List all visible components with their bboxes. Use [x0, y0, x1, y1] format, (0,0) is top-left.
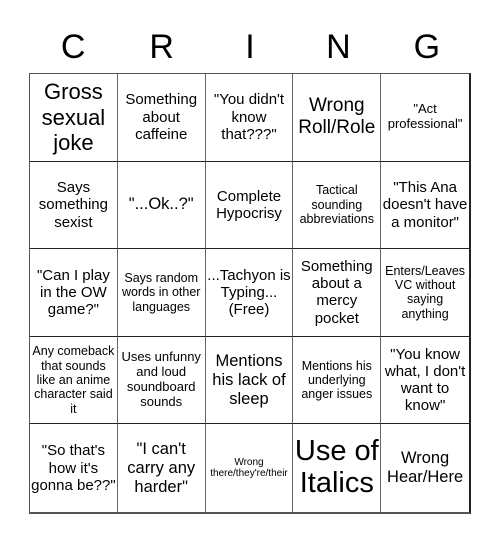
bingo-cell[interactable]: Says random words in other languages — [117, 249, 206, 337]
bingo-cell[interactable]: "I can't carry any harder" — [118, 424, 206, 512]
bingo-cell[interactable]: Wrong Hear/Here — [381, 424, 469, 512]
bingo-cell[interactable]: Mentions his underlying anger issues — [293, 336, 382, 425]
bingo-header: C R I N G — [29, 22, 471, 72]
bingo-cell[interactable]: Tactical sounding abbreviations — [293, 161, 382, 250]
bingo-cell[interactable]: Wrong there/they're/their — [206, 424, 294, 512]
header-letter-g: G — [413, 28, 441, 66]
bingo-cell[interactable]: "...Ok..?" — [117, 161, 206, 250]
header-letter-c: C — [60, 28, 86, 66]
bingo-cell[interactable]: "Can I play in the OW game?" — [30, 249, 118, 337]
header-letter-i: I — [245, 28, 255, 66]
free-space-cell[interactable]: ...Tachyon is Typing... (Free) — [205, 249, 294, 337]
bingo-cell[interactable]: Uses unfunny and loud soundboard sounds — [117, 336, 206, 425]
bingo-board: Gross sexual joke Something about caffei… — [29, 73, 471, 514]
bingo-cell[interactable]: Gross sexual joke — [30, 74, 118, 162]
bingo-cell[interactable]: "This Ana doesn't have a monitor" — [381, 162, 469, 250]
bingo-cell[interactable]: Any comeback that sounds like an anime c… — [30, 336, 118, 425]
bingo-cell[interactable]: "So that's how it's gonna be??" — [30, 424, 118, 512]
bingo-cell[interactable]: "Act professional" — [381, 74, 469, 162]
bingo-cell[interactable]: Use of Italics — [293, 424, 382, 512]
bingo-cell[interactable]: Wrong Roll/Role — [293, 74, 382, 162]
bingo-cell[interactable]: "You know what, I don't want to know" — [381, 337, 469, 425]
bingo-cell[interactable]: Something about a mercy pocket — [293, 249, 382, 337]
bingo-cell[interactable]: "You didn't know that???" — [205, 74, 294, 162]
header-letter-n: N — [326, 28, 351, 66]
bingo-cell[interactable]: Something about caffeine — [117, 74, 206, 162]
bingo-cell[interactable]: Says something sexist — [30, 161, 118, 250]
bingo-cell[interactable]: Enters/Leaves VC without saying anything — [381, 249, 469, 337]
bingo-cell[interactable]: Mentions his lack of sleep — [205, 336, 294, 425]
header-letter-r: R — [149, 28, 174, 66]
bingo-cell[interactable]: Complete Hypocrisy — [205, 161, 294, 250]
